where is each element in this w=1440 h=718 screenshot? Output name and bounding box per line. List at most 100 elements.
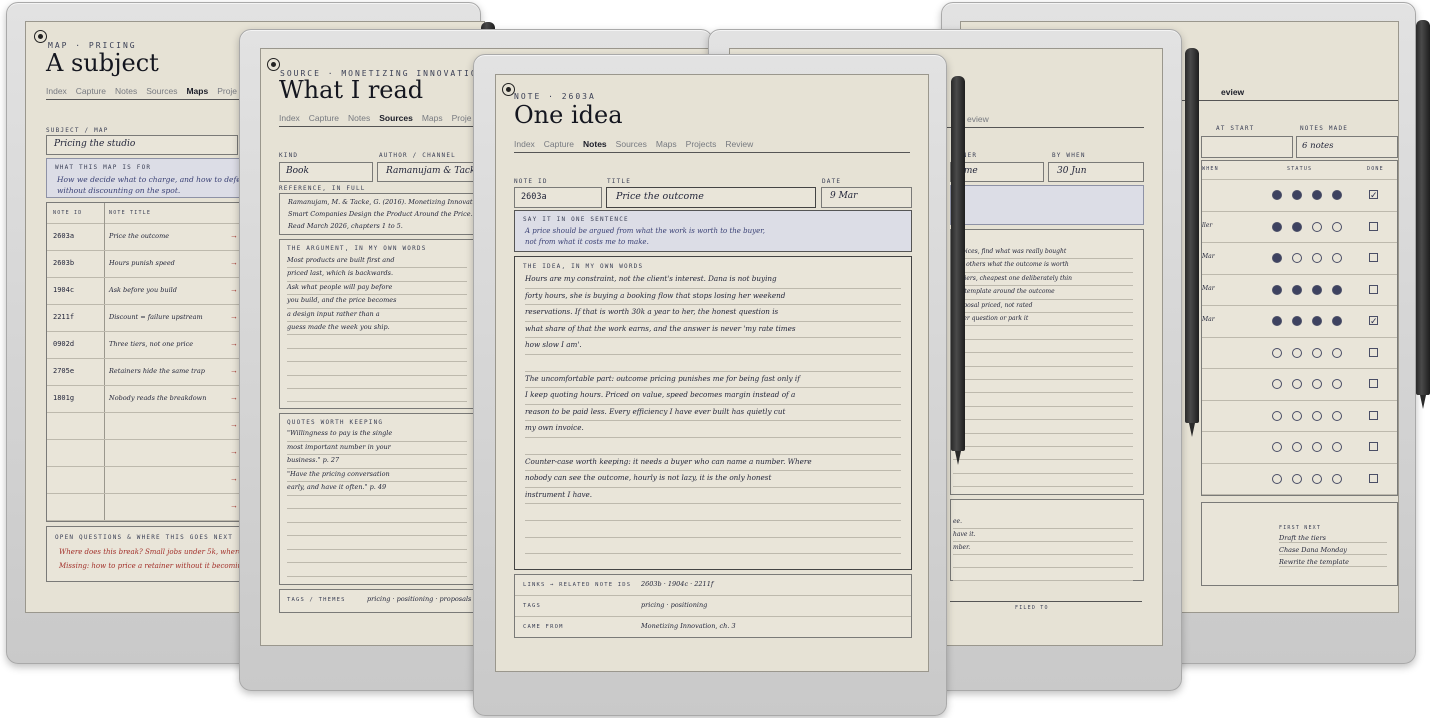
status-dot-icon[interactable] xyxy=(1332,473,1342,484)
done-checkbox[interactable] xyxy=(1369,284,1378,294)
home-icon[interactable] xyxy=(267,58,280,71)
tab-review[interactable]: eview xyxy=(967,114,989,124)
status-dot-icon[interactable] xyxy=(1292,473,1302,484)
status-dot-icon[interactable] xyxy=(1292,379,1302,389)
tab-notes[interactable]: Notes xyxy=(583,139,607,149)
tab-maps[interactable]: Maps xyxy=(656,139,677,149)
status-dot-icon[interactable] xyxy=(1332,347,1342,358)
status-dot-icon[interactable] xyxy=(1332,221,1342,232)
status-dot-icon[interactable] xyxy=(1332,379,1342,389)
status-dot-icon[interactable] xyxy=(1332,410,1342,421)
status-dot-icon[interactable] xyxy=(1292,442,1302,452)
done-checkbox[interactable]: ✓ xyxy=(1369,316,1378,326)
status-dot-icon[interactable] xyxy=(1332,316,1342,326)
status-row[interactable]: Mar xyxy=(1202,242,1397,275)
status-row[interactable]: Mar xyxy=(1202,274,1397,306)
status-row[interactable] xyxy=(1202,463,1397,495)
status-dot-icon[interactable] xyxy=(1272,379,1282,389)
tab-sources[interactable]: Sources xyxy=(379,113,413,123)
arrow-icon[interactable]: → xyxy=(230,258,238,267)
home-icon[interactable] xyxy=(34,30,47,43)
status-dot-icon[interactable] xyxy=(1332,190,1342,200)
status-row[interactable]: ✓ xyxy=(1202,179,1397,212)
notes-made-field[interactable]: 6 notes xyxy=(1296,136,1398,158)
status-dot-icon[interactable] xyxy=(1272,190,1282,200)
status-row[interactable] xyxy=(1202,368,1397,401)
status-dot-icon[interactable] xyxy=(1292,410,1302,421)
title-field[interactable]: Price the outcome xyxy=(606,187,816,208)
status-dot-icon[interactable] xyxy=(1272,316,1282,326)
tab-notes[interactable]: Notes xyxy=(115,86,137,96)
status-dot-icon[interactable] xyxy=(1272,221,1282,232)
status-dot-icon[interactable] xyxy=(1312,221,1322,232)
status-dot-icon[interactable] xyxy=(1292,221,1302,232)
status-dot-icon[interactable] xyxy=(1312,253,1322,263)
arrow-icon[interactable]: → xyxy=(230,501,238,510)
arrow-icon[interactable]: → xyxy=(230,312,238,321)
start-field[interactable] xyxy=(1201,136,1293,158)
arrow-icon[interactable]: → xyxy=(230,366,238,375)
tab-sources[interactable]: Sources xyxy=(616,139,647,149)
subject-field[interactable]: Pricing the studio xyxy=(46,135,238,155)
status-dot-icon[interactable] xyxy=(1312,442,1322,452)
status-dot-icon[interactable] xyxy=(1292,253,1302,263)
done-checkbox[interactable] xyxy=(1369,221,1378,231)
status-row[interactable] xyxy=(1202,400,1397,432)
tab-maps[interactable]: Maps xyxy=(422,113,443,123)
status-dot-icon[interactable] xyxy=(1292,316,1302,326)
tab-notes[interactable]: Notes xyxy=(348,113,370,123)
status-dot-icon[interactable] xyxy=(1312,347,1322,358)
tab-review[interactable]: Review xyxy=(725,139,753,149)
tab-index[interactable]: Index xyxy=(514,139,535,149)
done-checkbox[interactable]: ✓ xyxy=(1369,190,1378,200)
done-checkbox[interactable] xyxy=(1369,347,1378,357)
status-dot-icon[interactable] xyxy=(1332,442,1342,452)
tab-capture[interactable]: Capture xyxy=(309,113,339,123)
status-dot-icon[interactable] xyxy=(1312,410,1322,421)
arrow-icon[interactable]: → xyxy=(230,420,238,429)
tab-projects[interactable]: Proje xyxy=(217,86,237,96)
tab-index[interactable]: Index xyxy=(46,86,67,96)
status-dot-icon[interactable] xyxy=(1292,190,1302,200)
tab-sources[interactable]: Sources xyxy=(146,86,177,96)
status-dot-icon[interactable] xyxy=(1332,284,1342,295)
status-dot-icon[interactable] xyxy=(1272,473,1282,484)
status-dot-icon[interactable] xyxy=(1272,284,1282,295)
arrow-icon[interactable]: → xyxy=(230,231,238,240)
tab-capture[interactable]: Capture xyxy=(76,86,106,96)
done-checkbox[interactable] xyxy=(1369,442,1378,451)
id-field[interactable]: 2603a xyxy=(514,187,602,208)
tab-index[interactable]: Index xyxy=(279,113,300,123)
status-dot-icon[interactable] xyxy=(1332,253,1342,263)
status-dot-icon[interactable] xyxy=(1312,379,1322,389)
status-dot-icon[interactable] xyxy=(1272,442,1282,452)
done-checkbox[interactable] xyxy=(1369,253,1378,262)
arrow-icon[interactable]: → xyxy=(230,447,238,456)
arrow-icon[interactable]: → xyxy=(230,474,238,483)
status-row[interactable] xyxy=(1202,431,1397,464)
arrow-icon[interactable]: → xyxy=(230,393,238,402)
tab-projects[interactable]: Projects xyxy=(686,139,717,149)
status-dot-icon[interactable] xyxy=(1292,284,1302,295)
kind-field[interactable]: Book xyxy=(279,162,373,182)
status-row[interactable] xyxy=(1202,337,1397,369)
done-checkbox[interactable] xyxy=(1369,473,1378,483)
status-dot-icon[interactable] xyxy=(1312,316,1322,326)
tab-review[interactable]: eview xyxy=(1221,87,1244,97)
status-dot-icon[interactable] xyxy=(1292,347,1302,358)
status-dot-icon[interactable] xyxy=(1272,253,1282,263)
status-dot-icon[interactable] xyxy=(1312,473,1322,484)
tab-projects[interactable]: Proje xyxy=(452,113,472,123)
status-row[interactable]: ller xyxy=(1202,211,1397,243)
arrow-icon[interactable]: → xyxy=(230,285,238,294)
status-row[interactable]: Mar ✓ xyxy=(1202,305,1397,338)
done-checkbox[interactable] xyxy=(1369,410,1378,420)
done-checkbox[interactable] xyxy=(1369,379,1378,388)
date-field[interactable]: 9 Mar xyxy=(821,187,912,208)
arrow-icon[interactable]: → xyxy=(230,339,238,348)
when-field[interactable]: 30 Jun xyxy=(1048,162,1144,182)
status-dot-icon[interactable] xyxy=(1272,347,1282,358)
status-dot-icon[interactable] xyxy=(1312,190,1322,200)
status-dot-icon[interactable] xyxy=(1272,410,1282,421)
status-dot-icon[interactable] xyxy=(1312,284,1322,295)
